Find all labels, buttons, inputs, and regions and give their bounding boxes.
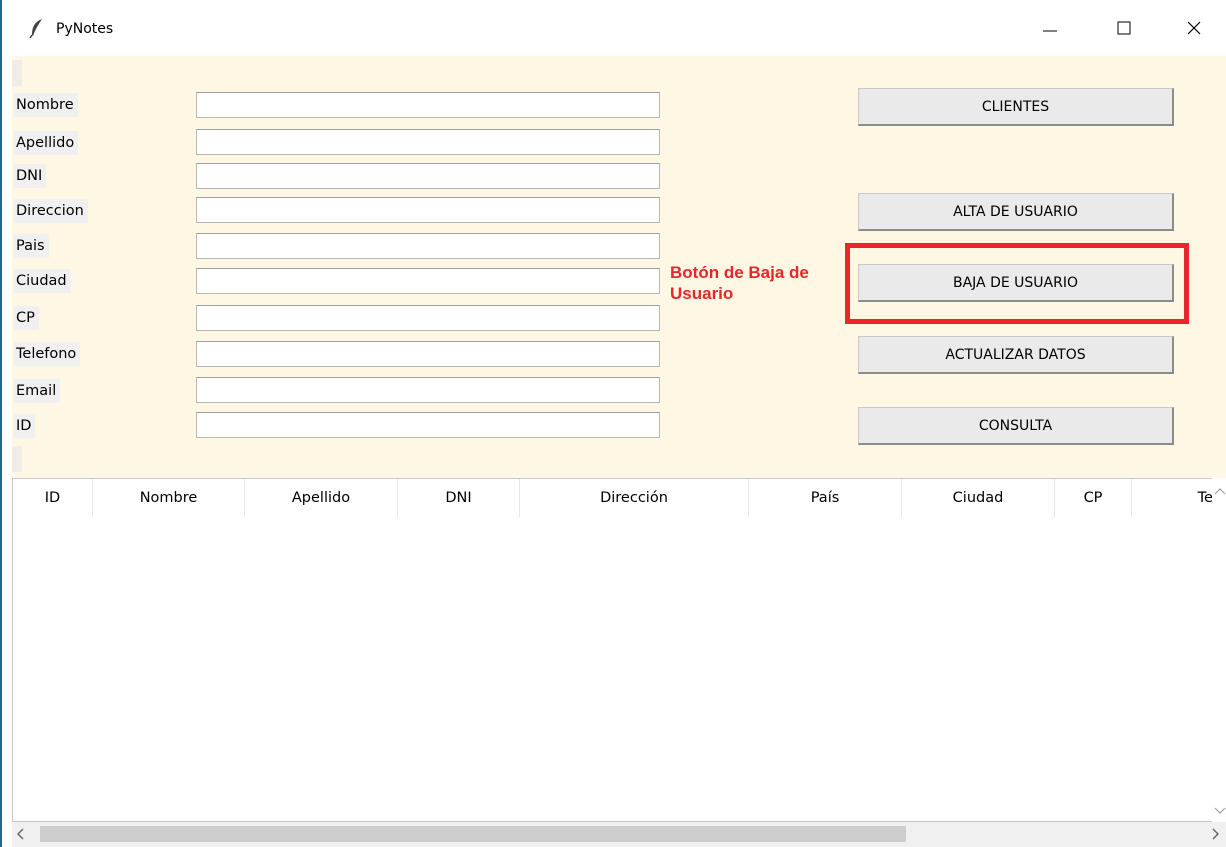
telefono-field[interactable] (196, 341, 660, 367)
label-id: ID (14, 414, 36, 438)
label-apellido: Apellido (14, 131, 79, 155)
cp-field[interactable] (196, 305, 660, 331)
dni-field[interactable] (196, 163, 660, 189)
label-ciudad: Ciudad (14, 269, 71, 293)
close-button[interactable] (1160, 0, 1226, 56)
column-header-telefono[interactable]: Tel (1132, 479, 1217, 517)
alta-usuario-button[interactable]: ALTA DE USUARIO (858, 193, 1174, 231)
label-telefono: Telefono (14, 342, 81, 366)
id-field[interactable] (196, 412, 660, 438)
title-bar[interactable]: PyNotes (2, 0, 1226, 56)
clients-table[interactable]: ID Nombre Apellido DNI Dirección País Ci… (12, 478, 1217, 822)
highlight-box (845, 243, 1189, 324)
column-header-direccion[interactable]: Dirección (520, 479, 749, 517)
scroll-right-icon[interactable] (1210, 828, 1220, 844)
column-header-ciudad[interactable]: Ciudad (902, 479, 1055, 517)
column-header-nombre[interactable]: Nombre (93, 479, 245, 517)
scroll-down-icon[interactable] (1214, 804, 1226, 820)
email-field[interactable] (196, 377, 660, 403)
pais-field[interactable] (196, 233, 660, 259)
column-header-cp[interactable]: CP (1055, 479, 1132, 517)
label-dni: DNI (14, 164, 47, 188)
actualizar-datos-button[interactable]: ACTUALIZAR DATOS (858, 336, 1174, 374)
maximize-button[interactable] (1090, 0, 1158, 56)
apellido-field[interactable] (196, 129, 660, 155)
minimize-icon (1043, 30, 1057, 32)
column-header-pais[interactable]: País (749, 479, 902, 517)
consulta-button[interactable]: CONSULTA (858, 407, 1174, 445)
label-cp: CP (14, 306, 39, 330)
table-header: ID Nombre Apellido DNI Dirección País Ci… (13, 479, 1217, 517)
annotation-label: Botón de Baja de Usuario (670, 263, 809, 303)
label-direccion: Direccion (14, 199, 88, 223)
column-header-dni[interactable]: DNI (398, 479, 520, 517)
frame-edge-top (12, 60, 22, 86)
horizontal-scroll-thumb[interactable] (40, 826, 906, 842)
column-header-id[interactable]: ID (13, 479, 93, 517)
window-title: PyNotes (56, 21, 114, 37)
close-icon (1187, 21, 1201, 35)
direccion-field[interactable] (196, 197, 660, 223)
ciudad-field[interactable] (196, 268, 660, 294)
label-pais: Pais (14, 234, 49, 258)
minimize-button[interactable] (1016, 0, 1084, 56)
feather-icon (28, 18, 46, 39)
maximize-icon (1117, 21, 1131, 35)
vertical-scrollbar[interactable] (1212, 478, 1226, 822)
label-email: Email (14, 379, 61, 403)
column-header-apellido[interactable]: Apellido (245, 479, 398, 517)
frame-edge-bottom (12, 446, 22, 472)
horizontal-scrollbar[interactable] (12, 822, 1226, 847)
clientes-button[interactable]: CLIENTES (858, 88, 1174, 126)
nombre-field[interactable] (196, 92, 660, 118)
scroll-up-icon[interactable] (1214, 484, 1226, 500)
scroll-left-icon[interactable] (16, 828, 26, 844)
label-nombre: Nombre (14, 93, 78, 117)
app-window: PyNotes Nombre Apellido DNI Direccion Pa… (0, 0, 1226, 847)
